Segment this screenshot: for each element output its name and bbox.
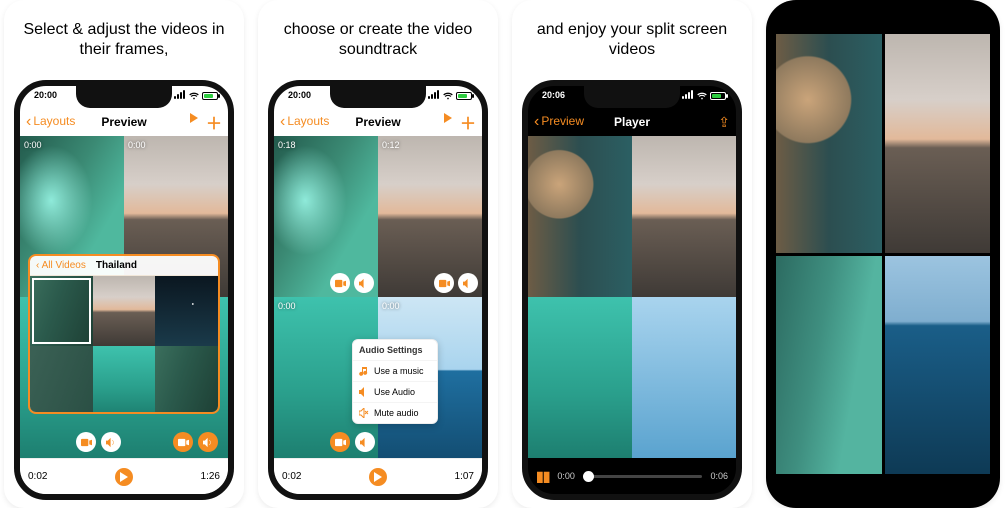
camera-button[interactable] bbox=[434, 273, 454, 293]
timecode: 0:00 bbox=[24, 140, 42, 150]
nav-bar: Layouts Preview ＋ bbox=[20, 108, 228, 136]
phone-frame-3: 20:06 Preview Player ⇪ ▮▮ 0:00 bbox=[522, 80, 742, 500]
nav-bar: Preview Player ⇪ bbox=[528, 108, 736, 136]
player-cell bbox=[632, 297, 736, 458]
player-cell bbox=[528, 297, 632, 458]
timecode: 0:18 bbox=[278, 140, 296, 150]
play-button[interactable] bbox=[369, 468, 387, 486]
cast-icon[interactable] bbox=[190, 110, 198, 134]
phone-frame-1: 20:00 Layouts Preview ＋ 0:00 bbox=[14, 80, 234, 500]
player-cell bbox=[632, 136, 736, 297]
status-time: 20:06 bbox=[542, 90, 565, 100]
output-video-grid bbox=[776, 34, 990, 474]
camera-button[interactable] bbox=[330, 432, 350, 452]
player-cell bbox=[528, 136, 632, 297]
caption-3: and enjoy your split screen videos bbox=[512, 0, 752, 80]
picker-thumb[interactable] bbox=[155, 276, 218, 346]
bottom-bar: 0:02 1:07 bbox=[274, 458, 482, 494]
sound-button[interactable] bbox=[355, 432, 375, 452]
sound-button[interactable] bbox=[458, 273, 478, 293]
signal-icon bbox=[174, 90, 186, 101]
status-time: 20:00 bbox=[288, 90, 311, 100]
add-button[interactable]: ＋ bbox=[460, 110, 476, 134]
timecode: 0:12 bbox=[382, 140, 400, 150]
wifi-icon bbox=[443, 92, 453, 100]
signal-icon bbox=[428, 90, 440, 101]
use-music-item[interactable]: Use a music bbox=[353, 360, 437, 381]
picker-thumb[interactable] bbox=[30, 346, 93, 414]
use-audio-item[interactable]: Use Audio bbox=[353, 381, 437, 402]
status-bar: 20:06 bbox=[528, 90, 736, 104]
sound-button[interactable] bbox=[101, 432, 121, 452]
player-grid bbox=[528, 136, 736, 458]
nav-title: Preview bbox=[101, 115, 146, 129]
output-cell bbox=[885, 256, 991, 475]
player-slider-bar: ▮▮ 0:00 0:06 bbox=[528, 458, 736, 494]
appstore-screenshot-3: and enjoy your split screen videos 20:06… bbox=[512, 0, 752, 508]
wifi-icon bbox=[697, 92, 707, 100]
battery-icon bbox=[202, 92, 218, 100]
phone-frame-2: 20:00 Layouts Preview ＋ 0:18 bbox=[268, 80, 488, 500]
preview-content: 0:00 0:00 0:02 1:26 bbox=[20, 136, 228, 494]
mute-audio-item[interactable]: Mute audio bbox=[353, 402, 437, 423]
output-cell bbox=[885, 34, 991, 253]
output-cell bbox=[776, 256, 882, 475]
player-current-time: 0:00 bbox=[557, 471, 575, 481]
bottom-bar: 0:02 1:26 bbox=[20, 458, 228, 494]
share-icon[interactable]: ⇪ bbox=[718, 114, 730, 131]
caption-2: choose or create the video soundtrack bbox=[258, 0, 498, 80]
appstore-screenshot-2: choose or create the video soundtrack 20… bbox=[258, 0, 498, 508]
add-button[interactable]: ＋ bbox=[206, 110, 222, 134]
player-slider[interactable] bbox=[583, 475, 703, 478]
timecode: 0:00 bbox=[382, 301, 400, 311]
video-cell-2[interactable]: 0:12 bbox=[378, 136, 482, 297]
current-time: 0:02 bbox=[282, 471, 301, 482]
status-time: 20:00 bbox=[34, 90, 57, 100]
picker-thumb[interactable] bbox=[93, 346, 156, 414]
back-preview-button[interactable]: Preview bbox=[534, 113, 584, 131]
signal-icon bbox=[682, 90, 694, 101]
pause-button[interactable]: ▮▮ bbox=[536, 468, 549, 485]
sound-button[interactable] bbox=[198, 432, 218, 452]
total-time: 1:26 bbox=[201, 471, 220, 482]
total-time: 1:07 bbox=[455, 471, 474, 482]
picker-thumb[interactable] bbox=[93, 276, 156, 346]
cast-icon[interactable] bbox=[444, 110, 452, 134]
camera-button[interactable] bbox=[76, 432, 96, 452]
picker-title: Thailand bbox=[96, 260, 137, 271]
battery-icon bbox=[710, 92, 726, 100]
nav-title: Player bbox=[614, 115, 650, 129]
caption-1: Select & adjust the videos in their fram… bbox=[4, 0, 244, 80]
camera-button[interactable] bbox=[173, 432, 193, 452]
status-bar: 20:00 bbox=[274, 90, 482, 104]
status-indicators bbox=[174, 90, 218, 101]
sound-button[interactable] bbox=[354, 273, 374, 293]
status-bar: 20:00 bbox=[20, 90, 228, 104]
audio-menu-title: Audio Settings bbox=[353, 340, 437, 360]
video-cell-1[interactable]: 0:18 bbox=[274, 136, 378, 297]
output-cell bbox=[776, 34, 882, 253]
picker-back-button[interactable]: ‹ All Videos bbox=[36, 260, 86, 271]
wifi-icon bbox=[189, 92, 199, 100]
camera-button[interactable] bbox=[330, 273, 350, 293]
audio-settings-menu: Audio Settings Use a music Use Audio Mut… bbox=[352, 339, 438, 424]
appstore-screenshot-1: Select & adjust the videos in their fram… bbox=[4, 0, 244, 508]
current-time: 0:02 bbox=[28, 471, 47, 482]
play-button[interactable] bbox=[115, 468, 133, 486]
nav-bar: Layouts Preview ＋ bbox=[274, 108, 482, 136]
video-picker: ‹ All Videos Thailand bbox=[28, 254, 220, 414]
timecode: 0:00 bbox=[278, 301, 296, 311]
appstore-screenshot-4 bbox=[766, 0, 1000, 508]
player-total-time: 0:06 bbox=[710, 471, 728, 481]
battery-icon bbox=[456, 92, 472, 100]
back-layouts-button[interactable]: Layouts bbox=[280, 113, 329, 131]
nav-title: Preview bbox=[355, 115, 400, 129]
picker-thumb[interactable] bbox=[30, 276, 93, 346]
picker-thumb[interactable] bbox=[155, 346, 218, 414]
back-layouts-button[interactable]: Layouts bbox=[26, 113, 75, 131]
timecode: 0:00 bbox=[128, 140, 146, 150]
